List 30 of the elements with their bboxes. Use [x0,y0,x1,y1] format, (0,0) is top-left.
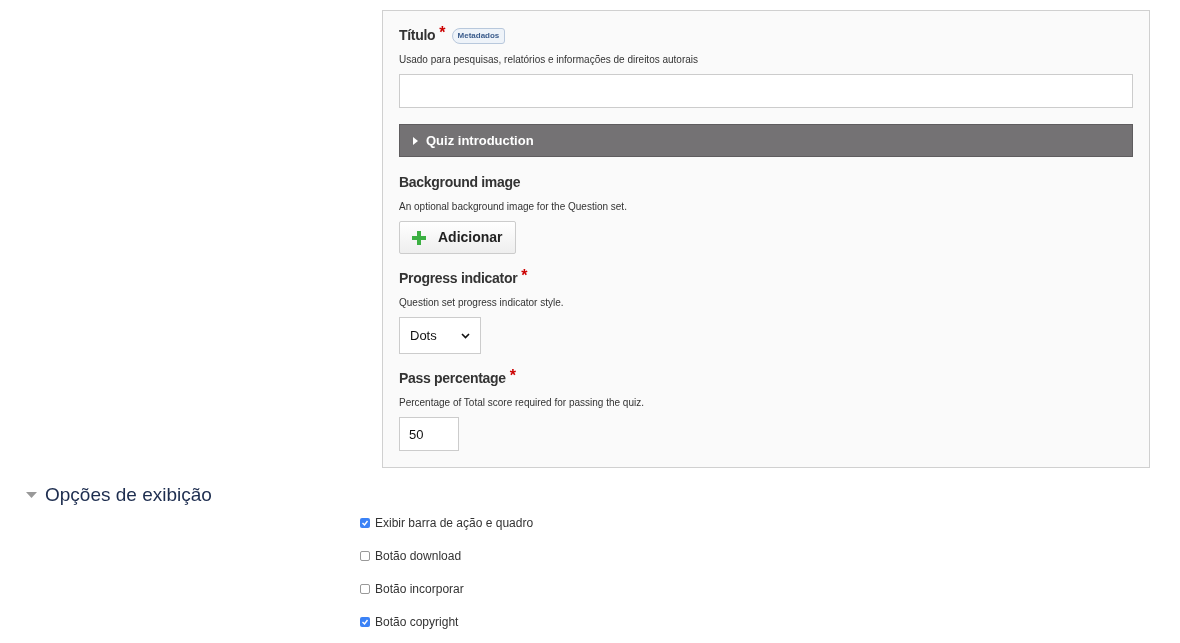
select-dropdown[interactable]: Dots [399,317,481,354]
required-marker: * [439,24,446,41]
required-marker: * [521,267,528,284]
metadata-badge[interactable]: Metadados [451,27,506,44]
checkbox[interactable] [360,517,370,528]
caret-down-icon [26,492,37,498]
field-description: Question set progress indicator style. [399,296,565,310]
collapsible-header[interactable]: Quiz introduction [399,124,1133,157]
field-label: Título [399,26,436,45]
field-description: Usado para pesquisas, relatórios e informações de direitos autorais [399,53,700,67]
checkbox[interactable] [360,616,370,627]
field-label: Pass percentage [399,369,506,388]
section-header[interactable]: Opções de exibição [26,484,1126,506]
caret-right-icon [412,136,418,145]
text-input[interactable] [399,74,1133,108]
checkbox-label: Botão download [375,547,462,565]
required-marker: * [509,367,517,384]
checkbox-label: Botão copyright [375,613,459,631]
add-button[interactable]: Adicionar [399,221,516,254]
checkbox-label: Exibir barra de ação e quadro [375,514,534,532]
checkbox-label: Botão incorporar [375,580,464,598]
field-description: An optional background image for the Question set. [399,200,628,214]
plus-icon [412,230,426,245]
checkbox[interactable] [360,583,370,594]
field-label: Background image [399,173,521,192]
chevron-down-icon [461,332,470,339]
field-description: Percentage of Total score required for passing the quiz. [399,396,645,410]
number-input[interactable]: 50 [399,417,459,451]
checkbox[interactable] [360,550,370,561]
field-label: Progress indicator [399,269,518,288]
